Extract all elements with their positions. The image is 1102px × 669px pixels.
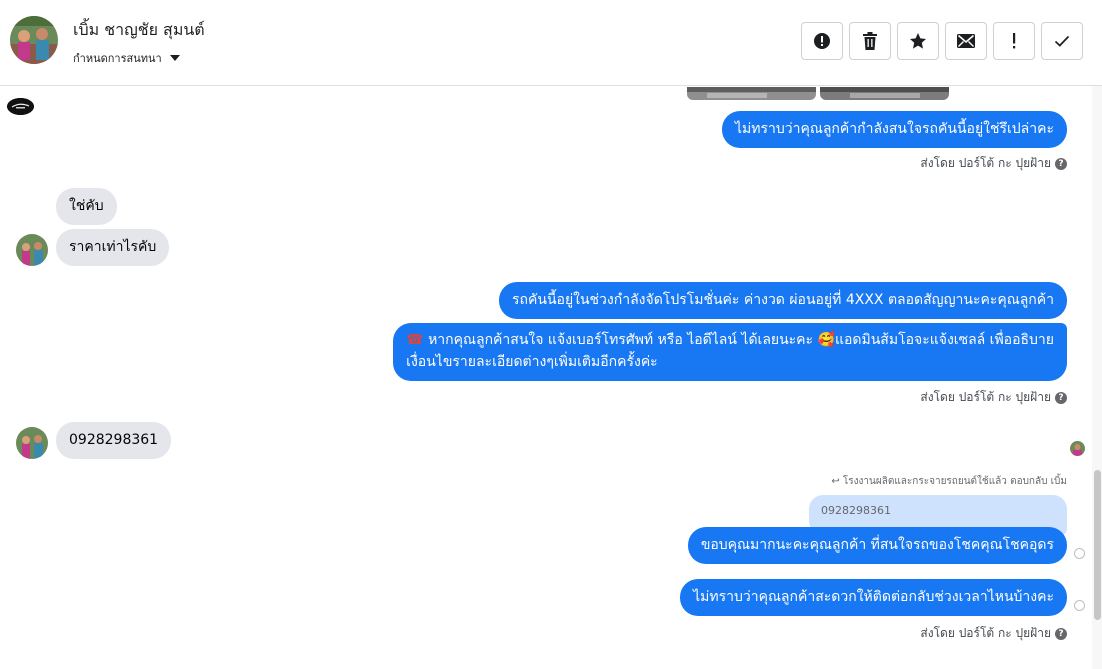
contact-avatar-small[interactable]: [16, 427, 48, 459]
outgoing-message[interactable]: ขอบคุณมากนะคะคุณลูกค้า ที่สนใจรถของโชคคุ…: [687, 527, 1067, 564]
attachment-photo[interactable]: [687, 86, 816, 100]
incoming-message[interactable]: ราคาเท่าไรคับ: [56, 229, 170, 266]
contact-avatar[interactable]: [10, 16, 58, 64]
delivered-icon: [1074, 600, 1085, 611]
envelope-icon: [957, 34, 975, 48]
message-thread[interactable]: ไม่ทราบว่าคุณลูกค้ากำลังสนใจรถคันนี้อยู่…: [0, 86, 1090, 669]
message-text: แอดมินส้มโอจะแจ้งเซลล์ เพื่ออธิบาย: [834, 332, 1054, 348]
reply-icon: ↩: [831, 476, 840, 487]
help-icon[interactable]: ?: [1055, 391, 1067, 404]
message-line-1: ☎ หากคุณลูกค้าสนใจ แจ้งเบอร์โทรศัพท์ หรื…: [406, 329, 1054, 351]
phone-emoji-icon: ☎: [406, 332, 424, 348]
alert-circle-icon: [814, 33, 830, 49]
message-line-2: เงื่อนไขรายละเอียดต่างๆเพิ่มเติมอีกครั้ง…: [406, 354, 658, 370]
attachment-photo[interactable]: [820, 86, 949, 100]
conversation-view: เบิ้ม ชาญชัย สุมนต์ กำหนดการสนทนา ไม่ทรา…: [0, 0, 1102, 669]
delete-button[interactable]: [849, 22, 891, 60]
reply-context-text: โรงงานผลิตและกระจายรถยนต์ใช้แล้ว ตอบกลับ…: [842, 476, 1067, 487]
outgoing-message[interactable]: ไม่ทราบว่าคุณลูกค้ากำลังสนใจรถคันนี้อยู่…: [722, 111, 1067, 148]
star-button[interactable]: [897, 22, 939, 60]
message-text: หากคุณลูกค้าสนใจ แจ้งเบอร์โทรศัพท์ หรือ …: [428, 332, 814, 348]
incoming-message[interactable]: ใช่คับ: [56, 188, 117, 225]
incoming-message[interactable]: 0928298361: [56, 422, 172, 459]
star-icon: [910, 33, 926, 49]
trash-icon: [863, 32, 877, 50]
assign-conversation-label: กำหนดการสนทนา: [73, 52, 162, 65]
help-icon[interactable]: ?: [1055, 627, 1067, 640]
contact-avatar-small[interactable]: [16, 234, 48, 266]
mark-done-button[interactable]: [1041, 22, 1083, 60]
assign-conversation-dropdown[interactable]: กำหนดการสนทนา: [73, 49, 180, 67]
smiling-face-emoji-icon: 🥰: [817, 332, 835, 348]
checkmark-icon: [1054, 35, 1070, 47]
sent-by-label: ส่งโดย ปอร์โต้ กะ ปุยฝ้าย ?: [920, 388, 1067, 407]
help-icon[interactable]: ?: [1055, 157, 1067, 170]
reply-context: ↩ โรงงานผลิตและกระจายรถยนต์ใช้แล้ว ตอบกล…: [831, 474, 1067, 489]
delivered-icon: [1074, 548, 1085, 559]
sent-by-label: ส่งโดย ปอร์โต้ กะ ปุยฝ้าย ?: [920, 154, 1067, 173]
caret-down-icon: [169, 55, 180, 61]
outgoing-message-multiline[interactable]: ☎ หากคุณลูกค้าสนใจ แจ้งเบอร์โทรศัพท์ หรื…: [393, 323, 1067, 381]
sent-by-text: ส่งโดย ปอร์โต้ กะ ปุยฝ้าย: [920, 626, 1051, 640]
conversation-actions: [801, 22, 1083, 60]
mark-unread-button[interactable]: [945, 22, 987, 60]
spam-button[interactable]: [801, 22, 843, 60]
page-logo-avatar: [7, 98, 34, 115]
outgoing-message[interactable]: ไม่ทราบว่าคุณลูกค้าสะดวกให้ติดต่อกลับช่ว…: [680, 579, 1067, 616]
follow-up-button[interactable]: [993, 22, 1035, 60]
scrollbar-thumb[interactable]: [1094, 470, 1101, 620]
outgoing-message[interactable]: รถคันนี้อยู่ในช่วงกำลังจัดโปรโมชั่นค่ะ ค…: [499, 282, 1067, 319]
sent-by-text: ส่งโดย ปอร์โต้ กะ ปุยฝ้าย: [920, 156, 1051, 170]
conversation-header: เบิ้ม ชาญชัย สุมนต์ กำหนดการสนทนา: [0, 0, 1102, 86]
sent-by-label: ส่งโดย ปอร์โต้ กะ ปุยฝ้าย ?: [920, 624, 1067, 643]
sent-by-text: ส่งโดย ปอร์โต้ กะ ปุยฝ้าย: [920, 390, 1051, 404]
contact-name: เบิ้ม ชาญชัย สุมนต์: [73, 20, 205, 39]
seen-avatar: [1070, 441, 1085, 456]
exclamation-icon: [1013, 33, 1016, 49]
